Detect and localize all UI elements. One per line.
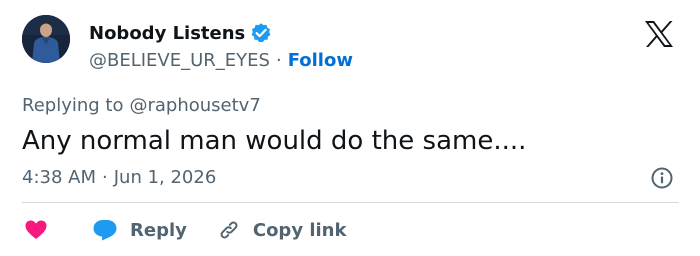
x-logo-icon[interactable] — [644, 20, 674, 48]
divider — [22, 202, 679, 203]
replying-to-line: Replying to @raphousetv7 — [22, 92, 261, 118]
tweet-date: Jun 1, 2026 — [113, 166, 217, 188]
replying-to-label: Replying to — [22, 94, 124, 116]
reply-label: Reply — [130, 219, 187, 241]
follow-button[interactable]: Follow — [288, 50, 353, 71]
reply-button[interactable]: Reply — [92, 218, 187, 242]
handle-separator: · — [275, 49, 282, 71]
like-button[interactable] — [24, 218, 48, 242]
replying-to-handle[interactable]: @raphousetv7 — [129, 95, 260, 116]
timestamp-separator: · — [102, 166, 108, 188]
tweet-timestamp[interactable]: 4:38 AM · Jun 1, 2026 — [22, 164, 216, 190]
author-handle[interactable]: @BELIEVE_UR_EYES — [89, 50, 270, 71]
tweet-time: 4:38 AM — [22, 166, 96, 188]
verified-badge-icon — [250, 22, 272, 44]
speech-bubble-icon — [93, 220, 117, 241]
avatar[interactable] — [22, 15, 70, 63]
tweet-text: Any normal man would do the same.... — [22, 126, 527, 156]
copy-link-label: Copy link — [252, 219, 347, 241]
heart-icon — [25, 220, 47, 239]
info-icon[interactable] — [650, 166, 674, 190]
avatar-image — [22, 15, 70, 63]
copy-link-button[interactable]: Copy link — [217, 218, 347, 242]
author-handle-row: @BELIEVE_UR_EYES · Follow — [89, 47, 353, 73]
action-bar: Reply Copy link — [24, 216, 346, 244]
link-icon — [220, 221, 238, 239]
author-name-row: Nobody Listens — [89, 20, 272, 46]
author-display-name[interactable]: Nobody Listens — [89, 23, 245, 44]
